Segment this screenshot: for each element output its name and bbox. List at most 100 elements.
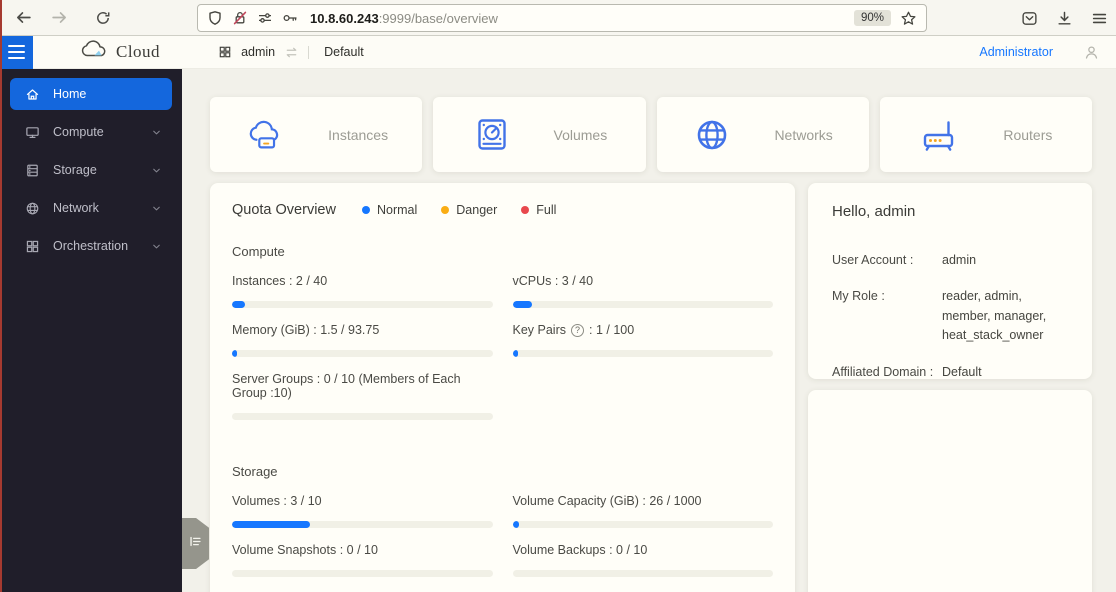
legend-dot [521, 206, 530, 214]
app-logo[interactable]: Cloud [81, 39, 160, 65]
url-bar[interactable]: 10.8.60.243:9999/base/overview 90% [197, 4, 927, 32]
sidebar-item-label: Storage [53, 163, 97, 177]
permissions-icon[interactable] [257, 10, 273, 26]
pocket-icon[interactable] [1021, 10, 1038, 27]
profile-rows: User Account : admin My Role : reader, admi… [832, 251, 1068, 382]
quota-item: Instances : 2 / 40 [232, 274, 493, 308]
quota-progress-bar [512, 350, 773, 357]
downloads-icon[interactable] [1056, 10, 1073, 27]
quota-item-label: Instances : 2 / 40 [232, 274, 328, 288]
switch-project-icon[interactable] [284, 45, 299, 60]
sidebar-item-label: Network [53, 201, 99, 215]
quota-item: Key Pairs? : 1 / 100 [512, 323, 773, 357]
help-icon[interactable]: ? [571, 323, 584, 337]
quota-item-label: Volume Backups : 0 / 10 [512, 543, 648, 557]
domain-name: Default [324, 45, 364, 59]
profile-row: User Account : admin [832, 251, 1068, 270]
back-button[interactable] [10, 5, 36, 31]
quota-progress-fill [512, 350, 518, 357]
network-icon [25, 201, 40, 216]
sidebar-item-label: Orchestration [53, 239, 129, 253]
url-path: :9999/base/overview [378, 10, 498, 26]
quota-item: Memory (GiB) : 1.5 / 93.75 [232, 323, 493, 357]
quota-progress-fill [232, 301, 246, 308]
header-divider [308, 45, 310, 59]
chevron-down-icon [151, 203, 162, 214]
profile-greeting: Hello, admin [832, 203, 916, 220]
screen-edge-artifact [0, 0, 2, 592]
user-avatar-icon[interactable] [1083, 44, 1100, 61]
overview-card-label: Instances [328, 126, 389, 143]
compute-icon [25, 125, 40, 140]
sidebar-item-label: Home [53, 87, 87, 101]
legend-danger: Danger [441, 203, 497, 217]
quota-title: Quota Overview [232, 202, 336, 218]
instances-icon [244, 116, 286, 154]
sidebar-item-compute[interactable]: Compute [10, 116, 172, 148]
overview-card-volumes[interactable]: Volumes [433, 97, 646, 172]
console-drawer-handle[interactable] [182, 518, 209, 569]
browser-toolbar: 10.8.60.243:9999/base/overview 90% [0, 0, 1116, 36]
sidebar-toggle-button[interactable] [0, 35, 33, 69]
quota-progress-fill [232, 350, 237, 357]
app-header: Cloud admin Default Administrator [0, 35, 1116, 69]
quota-section-title: Storage [232, 464, 278, 479]
quota-progress-bar [512, 570, 773, 577]
overview-card-networks[interactable]: Networks [656, 97, 869, 172]
quota-sections: Compute Instances : 2 / 40 vCPUs : 3 / 40 M… [232, 244, 773, 577]
quota-item: Volume Snapshots : 0 / 10 [232, 543, 493, 577]
overview-card-routers[interactable]: Routers [879, 97, 1092, 172]
quota-progress-fill [232, 521, 311, 528]
profile-row-label: Affiliated Domain : [832, 364, 934, 379]
screen: 10.8.60.243:9999/base/overview 90% Cloud… [0, 0, 1116, 592]
volumes-icon [472, 115, 512, 155]
overview-card-label: Networks [774, 126, 833, 143]
sidebar-item-home[interactable]: Home [10, 78, 172, 110]
quota-progress-bar [232, 350, 493, 357]
shield-icon[interactable] [207, 10, 223, 26]
sidebar-menu: Home Compute Storage Network Orchestration [0, 78, 182, 262]
browser-menu-icon[interactable] [1091, 10, 1108, 27]
header-right: Administrator [979, 44, 1100, 61]
home-icon [25, 87, 40, 102]
administrator-link[interactable]: Administrator [979, 45, 1053, 59]
overview-card-instances[interactable]: Instances [210, 97, 423, 172]
quota-progress-fill [512, 301, 533, 308]
legend-label: Full [536, 203, 557, 217]
profile-row-value: admin [942, 253, 977, 267]
project-name: admin [241, 45, 276, 59]
orchestration-icon [25, 239, 40, 254]
bookmark-star-icon[interactable] [900, 10, 917, 27]
legend-dot [441, 206, 450, 214]
profile-row-value: reader, admin, member, manager, heat_sta… [942, 289, 1047, 343]
forward-button[interactable] [46, 5, 72, 31]
chevron-down-icon [151, 241, 162, 252]
quota-item: Volume Capacity (GiB) : 26 / 1000 [512, 494, 773, 528]
quota-progress-bar [232, 570, 493, 577]
quota-header: Quota Overview Normal Danger Full [232, 202, 773, 218]
main-content: Instances Volumes Networks Routers Quota Ov… [182, 69, 1116, 592]
sidebar-item-network[interactable]: Network [10, 192, 172, 224]
project-grid-icon [218, 45, 232, 59]
key-icon[interactable] [282, 10, 298, 26]
sidebar-item-storage[interactable]: Storage [10, 154, 172, 186]
quota-item: Volumes : 3 / 10 [232, 494, 493, 528]
insecure-lock-icon[interactable] [232, 10, 248, 26]
browser-toolbar-right [1021, 0, 1108, 36]
project-switcher[interactable]: admin Default [218, 45, 364, 60]
sidebar-item-label: Compute [53, 125, 104, 139]
quota-section-title: Compute [232, 244, 285, 259]
sidebar-item-orchestration[interactable]: Orchestration [10, 230, 172, 262]
quota-grid: Volumes : 3 / 10 Volume Capacity (GiB) : … [232, 479, 773, 577]
networks-icon [692, 115, 732, 155]
legend-normal: Normal [361, 203, 417, 217]
quota-item-label: Volume Snapshots : 0 / 10 [232, 543, 378, 557]
profile-row-label: My Role : [832, 289, 885, 304]
reload-button[interactable] [90, 5, 116, 31]
chevron-down-icon [151, 127, 162, 138]
page-zoom-badge[interactable]: 90% [853, 10, 891, 26]
cloud-logo-icon [81, 39, 108, 65]
quota-progress-bar [232, 301, 493, 308]
quota-grid: Instances : 2 / 40 vCPUs : 3 / 40 Memory (… [232, 259, 773, 420]
quota-overview-card: Quota Overview Normal Danger Full Compute I… [210, 183, 795, 592]
